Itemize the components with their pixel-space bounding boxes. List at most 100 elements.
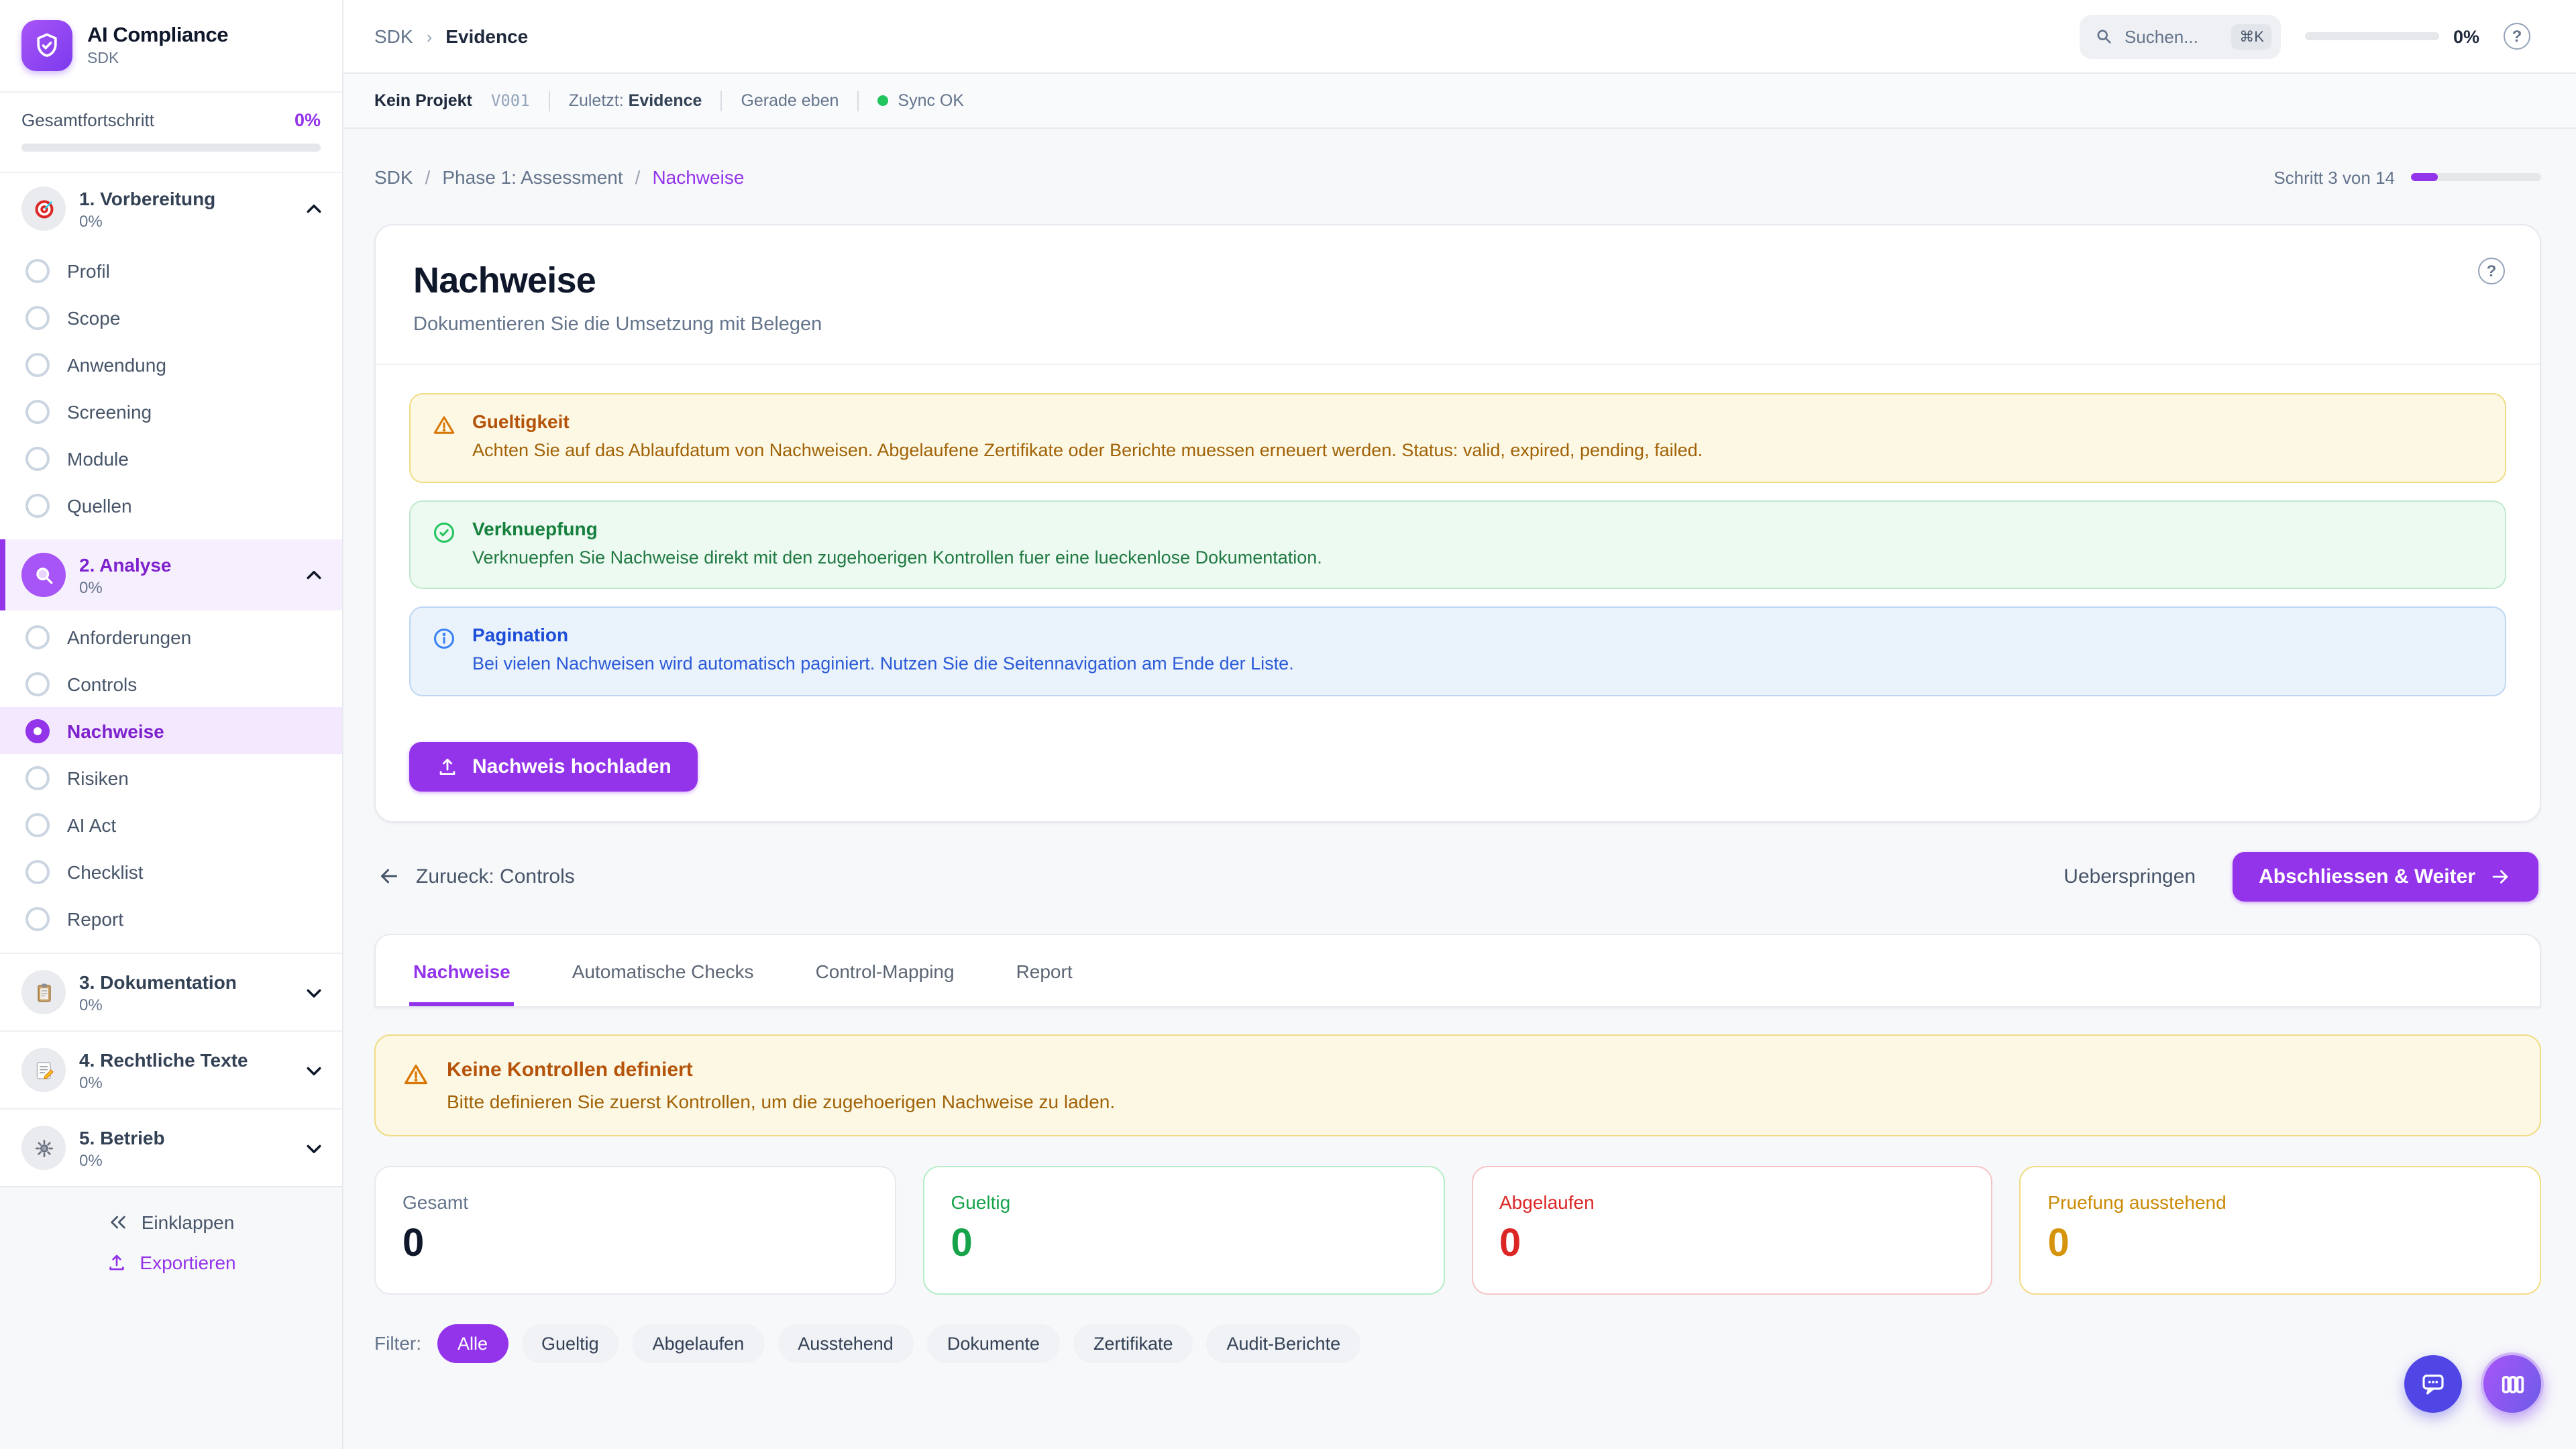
sidebar-section-betrieb[interactable]: 5. Betrieb 0% <box>0 1108 342 1186</box>
sidebar-item-checklist[interactable]: Checklist <box>0 848 342 895</box>
filter-chip-abgelaufen[interactable]: Abgelaufen <box>633 1324 765 1362</box>
callout-linking: Verknuepfung Verknuepfen Sie Nachweise d… <box>409 500 2506 589</box>
section-items: Profil Scope Anwendung Screening Module … <box>0 244 342 539</box>
complete-next-button[interactable]: Abschliessen & Weiter <box>2232 851 2538 901</box>
export-button[interactable]: Exportieren <box>106 1252 235 1273</box>
keyboard-shortcut-badge: ⌘K <box>2231 23 2272 49</box>
clipboard-icon <box>21 970 66 1014</box>
search-icon <box>2095 27 2114 46</box>
filter-chip-ausstehend[interactable]: Ausstehend <box>777 1324 914 1362</box>
page-card-body: Gueltigkeit Achten Sie auf das Ablaufdat… <box>376 365 2540 820</box>
sidebar-item-controls[interactable]: Controls <box>0 660 342 707</box>
warning-triangle-icon <box>432 413 456 437</box>
status-circle-icon <box>25 672 50 696</box>
collapse-label: Einklappen <box>142 1212 235 1233</box>
sidebar-item-anforderungen[interactable]: Anforderungen <box>0 613 342 660</box>
stat-label: Pruefung ausstehend <box>2048 1191 2514 1212</box>
skip-button[interactable]: Ueberspringen <box>2063 865 2196 888</box>
target-icon <box>21 186 66 231</box>
breadcrumb-parent[interactable]: Phase 1: Assessment <box>442 166 623 188</box>
stat-value: 0 <box>951 1222 1417 1266</box>
status-circle-icon <box>25 812 50 837</box>
sidebar-item-profil[interactable]: Profil <box>0 247 342 294</box>
stat-card-gesamt: Gesamt 0 <box>374 1165 896 1294</box>
filter-label: Filter: <box>374 1332 421 1354</box>
callout-body: Verknuepfen Sie Nachweise direkt mit den… <box>472 544 1322 570</box>
columns-icon <box>2498 1369 2527 1399</box>
tab-automatische-checks[interactable]: Automatische Checks <box>568 934 758 1006</box>
section-percent: 0% <box>79 211 291 230</box>
sidebar-item-label: Controls <box>67 673 137 694</box>
sidebar-item-module[interactable]: Module <box>0 435 342 482</box>
chat-bubble-icon <box>2419 1370 2447 1398</box>
tab-nachweise[interactable]: Nachweise <box>409 934 515 1006</box>
filter-chip-dokumente[interactable]: Dokumente <box>927 1324 1060 1362</box>
sidebar-item-ai-act[interactable]: AI Act <box>0 801 342 848</box>
sidebar-item-screening[interactable]: Screening <box>0 388 342 435</box>
sidebar-section-rechtliche-texte[interactable]: 4. Rechtliche Texte 0% <box>0 1030 342 1108</box>
breadcrumb-root[interactable]: SDK <box>374 166 413 188</box>
tab-control-mapping[interactable]: Control-Mapping <box>812 934 959 1006</box>
sidebar-item-quellen[interactable]: Quellen <box>0 482 342 529</box>
divider <box>549 91 550 111</box>
upload-evidence-button[interactable]: Nachweis hochladen <box>409 741 698 791</box>
topbar-right: ⌘K 0% <box>2080 14 2530 58</box>
sidebar-item-label: Checklist <box>67 861 144 882</box>
stat-cards: Gesamt 0 Gueltig 0 Abgelaufen 0 Pruefung… <box>374 1165 2541 1294</box>
shield-check-icon <box>21 20 72 71</box>
sidebar-item-nachweise[interactable]: Nachweise <box>0 707 342 754</box>
overall-progress: Gesamtfortschritt 0% <box>0 93 342 173</box>
status-circle-icon <box>25 859 50 883</box>
chat-button[interactable] <box>2404 1355 2462 1413</box>
filter-chip-alle[interactable]: Alle <box>437 1324 508 1362</box>
sidebar-item-report[interactable]: Report <box>0 895 342 942</box>
divider <box>857 91 859 111</box>
sidebar-section-analyse[interactable]: 2. Analyse 0% <box>0 539 342 610</box>
sidebar-item-anwendung[interactable]: Anwendung <box>0 341 342 388</box>
collapse-sidebar-button[interactable]: Einklappen <box>108 1212 235 1233</box>
sidebar-section-dokumentation[interactable]: 3. Dokumentation 0% <box>0 953 342 1030</box>
divider: / <box>635 166 641 188</box>
overall-progress-track <box>21 144 321 152</box>
gear-icon <box>21 1126 66 1170</box>
topbar-progress-value: 0% <box>2453 26 2479 46</box>
section-label: 2. Analyse <box>79 553 291 575</box>
sidebar-item-risiken[interactable]: Risiken <box>0 754 342 801</box>
status-circle-icon <box>25 399 50 423</box>
sidebar-item-scope[interactable]: Scope <box>0 294 342 341</box>
stat-card-abgelaufen: Abgelaufen 0 <box>1471 1165 1993 1294</box>
section-percent: 0% <box>79 995 291 1014</box>
search-input[interactable] <box>2125 26 2218 46</box>
tab-report[interactable]: Report <box>1012 934 1077 1006</box>
sidebar-sections: 1. Vorbereitung 0% Profil Scope Anwendun… <box>0 173 342 1186</box>
content-scroll-area[interactable]: SDK / Phase 1: Assessment / Nachweise Sc… <box>343 129 2576 1449</box>
status-circle-icon <box>25 446 50 470</box>
search-box[interactable]: ⌘K <box>2080 14 2282 58</box>
chevron-down-icon <box>305 1061 323 1079</box>
stat-label: Abgelaufen <box>1499 1191 1965 1212</box>
sidebar-section-vorbereitung[interactable]: 1. Vorbereitung 0% <box>0 173 342 244</box>
filter-chip-zertifikate[interactable]: Zertifikate <box>1073 1324 1193 1362</box>
brand-header: AI Compliance SDK <box>0 0 342 93</box>
version-badge: V001 <box>491 91 530 110</box>
section-label: 3. Dokumentation <box>79 971 291 992</box>
page-help-icon[interactable] <box>2478 258 2505 284</box>
help-icon[interactable] <box>2504 23 2530 50</box>
sidebar-item-label: Report <box>67 908 123 929</box>
section-items: Anforderungen Controls Nachweise Risiken… <box>0 610 342 953</box>
sidebar: AI Compliance SDK Gesamtfortschritt 0% 1… <box>0 0 343 1449</box>
page-card: Nachweise Dokumentieren Sie die Umsetzun… <box>374 224 2541 822</box>
back-button[interactable]: Zurueck: Controls <box>377 864 575 888</box>
board-view-button[interactable] <box>2481 1352 2544 1415</box>
stat-value: 0 <box>402 1222 868 1266</box>
filter-chip-gueltig[interactable]: Gueltig <box>521 1324 619 1362</box>
section-percent: 0% <box>79 1150 291 1169</box>
last-visited: Zuletzt: Evidence <box>569 91 702 110</box>
filter-chip-audit-berichte[interactable]: Audit-Berichte <box>1207 1324 1361 1362</box>
app-title: AI Compliance <box>87 24 228 48</box>
last-saved-time: Gerade eben <box>741 91 839 110</box>
overall-progress-value: 0% <box>294 110 321 130</box>
page-title: Nachweise <box>413 260 2502 302</box>
breadcrumb-root[interactable]: SDK <box>374 25 413 47</box>
wizard-nav-row: Zurueck: Controls Ueberspringen Abschlie… <box>377 851 2538 901</box>
